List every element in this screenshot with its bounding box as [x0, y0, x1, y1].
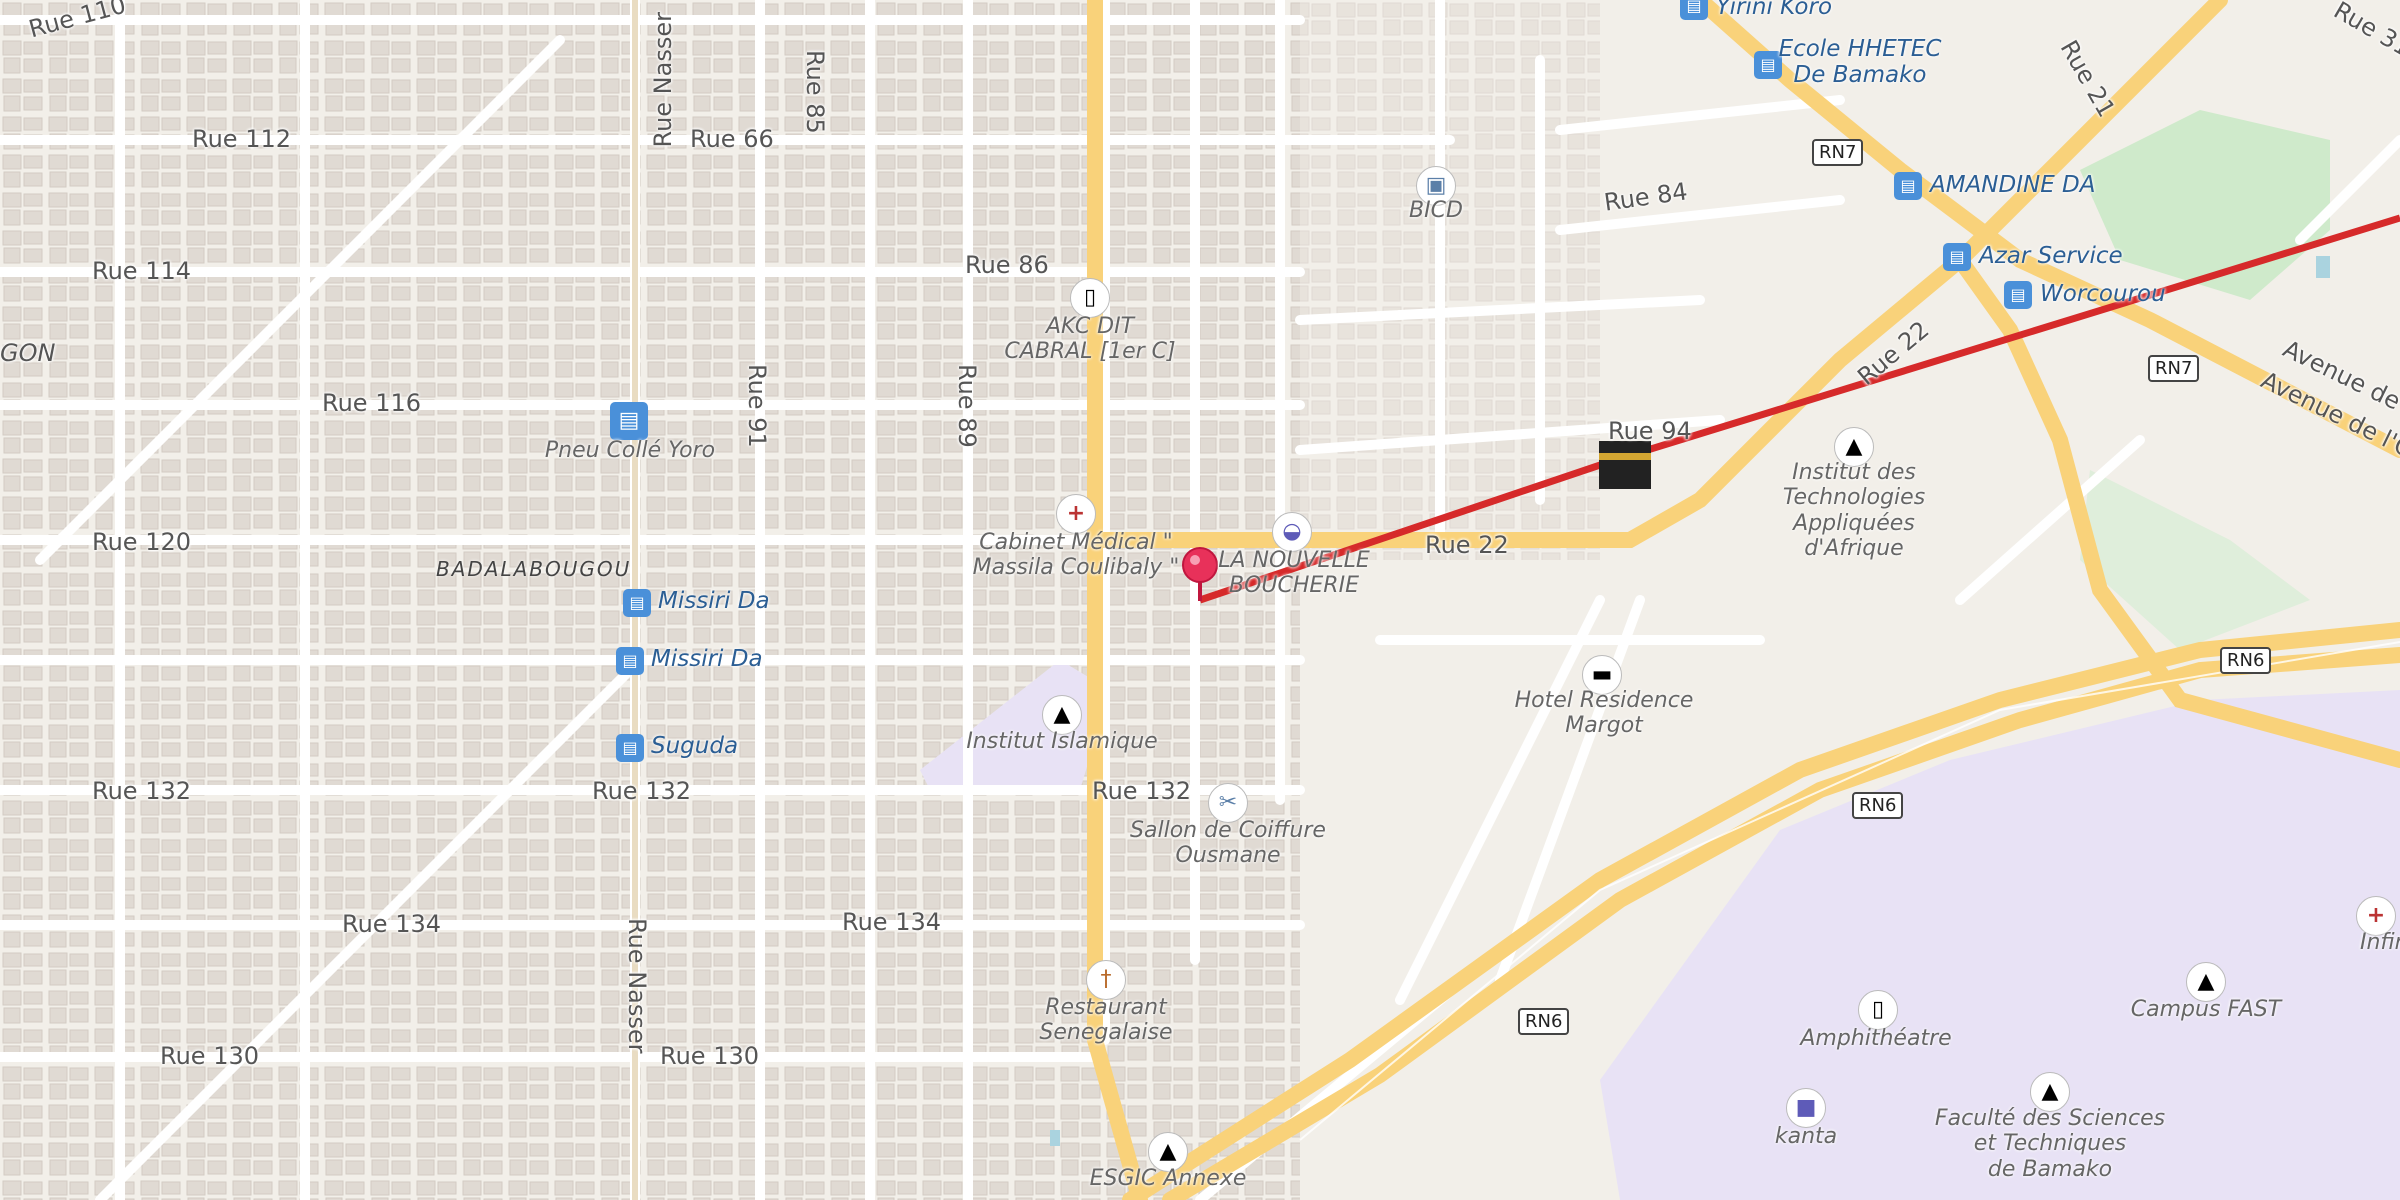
- street-label: Rue 22: [1425, 531, 1509, 559]
- school-icon[interactable]: ▲: [2186, 962, 2226, 1002]
- poi-label[interactable]: Amphithéatre: [1800, 1026, 1951, 1051]
- bus-stop-icon[interactable]: ▤: [1680, 0, 1708, 20]
- street-label: Rue 66: [690, 125, 774, 153]
- road-shield: RN7: [1812, 139, 1864, 166]
- bus-stop-label[interactable]: Ecole HHETEC De Bamako: [1779, 36, 1942, 89]
- bus-stop-label[interactable]: Missiri Da: [658, 588, 770, 614]
- poi-label[interactable]: Cabinet Médical " Massila Coulibaly ": [973, 530, 1180, 581]
- poi-label[interactable]: Hotel Residence Margot: [1515, 688, 1694, 739]
- street-label: Rue 134: [842, 908, 942, 936]
- poi-label[interactable]: Infirme: [2360, 930, 2400, 955]
- kaaba-icon: [1599, 441, 1651, 489]
- street-label: Rue 114: [92, 257, 192, 285]
- bus-stop-label[interactable]: Missiri Da: [651, 646, 763, 672]
- bus-stop-icon[interactable]: ▤: [623, 589, 651, 617]
- street-label: Rue Nasser: [623, 918, 651, 1054]
- street-label: Rue 130: [660, 1042, 760, 1070]
- bus-stop-icon[interactable]: ▤: [616, 647, 644, 675]
- road-shield: RN6: [1518, 1008, 1570, 1035]
- poi-label[interactable]: Campus FAST: [2131, 997, 2281, 1022]
- street-label: Rue 134: [342, 910, 442, 938]
- district-label: BADALABOUGOU: [436, 557, 632, 581]
- street-label: Rue 85: [801, 50, 829, 134]
- street-label: Rue 112: [192, 125, 292, 153]
- street-label: Rue 132: [1092, 777, 1192, 805]
- poi-label[interactable]: ESGIC Annexe: [1090, 1166, 1247, 1191]
- poi-label[interactable]: Institut Islamique: [966, 729, 1157, 754]
- bus-stop-label[interactable]: Suguda: [651, 733, 738, 759]
- poi-label[interactable]: Faculté des Sciences et Techniques de Bama…: [1935, 1106, 2165, 1182]
- street-label: Rue 86: [965, 251, 1049, 279]
- theatre-icon[interactable]: ▯: [1858, 990, 1898, 1030]
- bus-stop-label[interactable]: AMANDINE DA: [1930, 172, 2096, 198]
- street-label: Rue 116: [322, 389, 422, 417]
- street-label: Rue 94: [1608, 417, 1692, 445]
- road-shield: RN7: [2148, 355, 2200, 382]
- dentist-icon[interactable]: ▯: [1070, 278, 1110, 318]
- map-canvas[interactable]: Rue 110 Rue 112 Rue 66 Rue 85 Rue Nasser…: [0, 0, 2400, 1200]
- street-label: Rue Nasser: [649, 12, 677, 148]
- street-label: Rue 89: [953, 364, 981, 448]
- poi-label[interactable]: LA NOUVELLE BOUCHERIE: [1218, 548, 1370, 599]
- bus-stop-label[interactable]: Yirini Koro: [1716, 0, 1832, 20]
- scissors-icon[interactable]: ✂: [1208, 783, 1248, 823]
- poi-label[interactable]: Institut des Technologies Appliquées d'Afri…: [1783, 460, 1925, 561]
- street-label: Rue 132: [92, 777, 192, 805]
- park-area: [2080, 110, 2330, 300]
- restaurant-fork-icon[interactable]: †: [1086, 960, 1126, 1000]
- bus-stop-icon[interactable]: ▤: [610, 402, 648, 440]
- bus-stop-label[interactable]: Worcourou: [2040, 281, 2166, 307]
- shopping-cart-icon[interactable]: ■: [1786, 1088, 1826, 1128]
- road-shield: RN6: [1852, 792, 1904, 819]
- bus-stop-icon[interactable]: ▤: [2004, 281, 2032, 309]
- bus-stop-icon[interactable]: ▤: [616, 734, 644, 762]
- bus-stop-icon[interactable]: ▤: [1943, 243, 1971, 271]
- street-label: Rue 130: [160, 1042, 260, 1070]
- district-label-partial: GON: [0, 339, 56, 367]
- poi-label[interactable]: AKC DIT CABRAL [1er C]: [1004, 314, 1175, 365]
- shopping-bag-icon[interactable]: ◒: [1272, 512, 1312, 552]
- poi-label[interactable]: Restaurant Senegalaise: [1039, 995, 1172, 1046]
- poi-label[interactable]: BICD: [1409, 198, 1463, 223]
- bus-stop-icon[interactable]: ▤: [1894, 172, 1922, 200]
- poi-label[interactable]: kanta: [1775, 1124, 1837, 1149]
- road-shield: RN6: [2220, 647, 2272, 674]
- poi-label[interactable]: Sallon de Coiffure Ousmane: [1130, 818, 1326, 869]
- bus-stop-label[interactable]: Azar Service: [1979, 243, 2123, 269]
- street-label: Rue 132: [592, 777, 692, 805]
- street-label: Rue 91: [743, 364, 771, 448]
- medical-cross-icon[interactable]: +: [1056, 494, 1096, 534]
- bus-stop-label[interactable]: Pneu Collé Yoro: [545, 438, 715, 463]
- street-label: Rue 120: [92, 528, 192, 556]
